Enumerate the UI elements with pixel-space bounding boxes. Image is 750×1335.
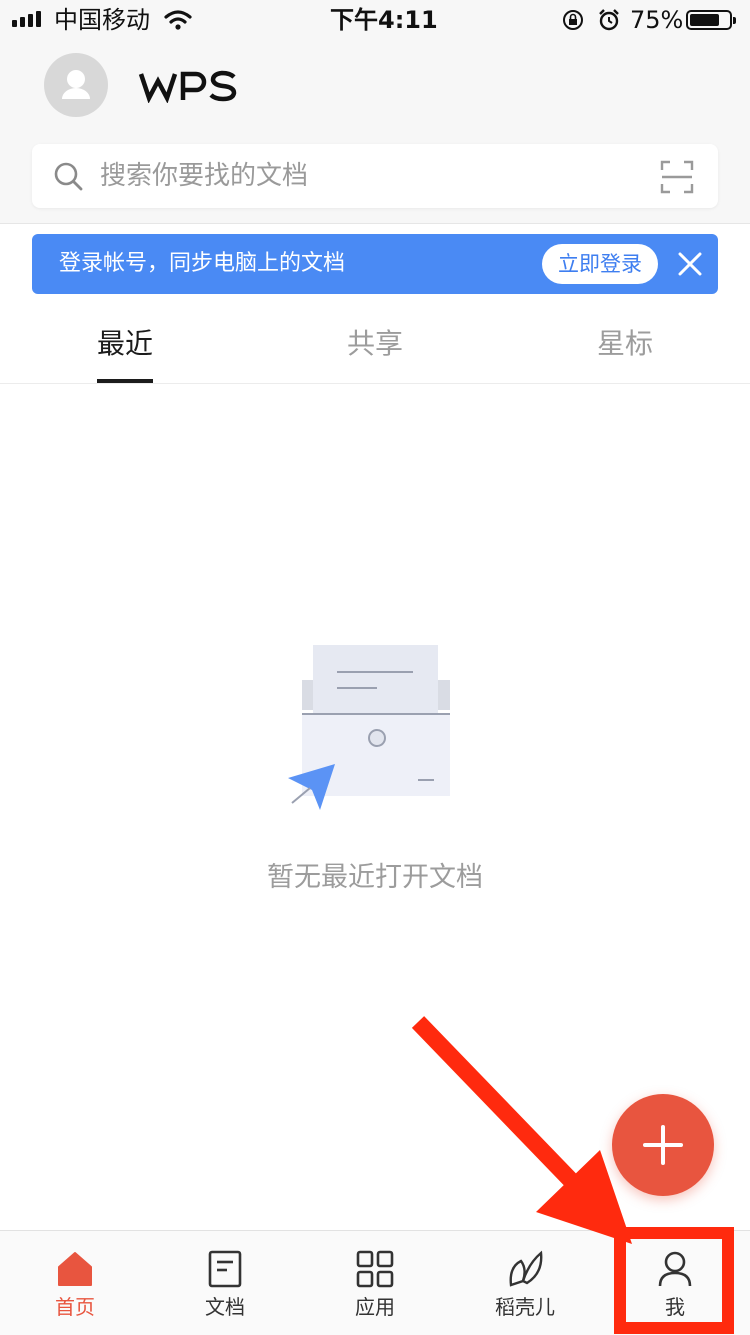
bottom-navigation: 首页 文档 应用 稻壳儿 我 bbox=[0, 1230, 750, 1335]
login-banner-text: 登录帐号，同步电脑上的文档 bbox=[59, 251, 346, 276]
status-bar: 中国移动 下午4:11 75% bbox=[0, 0, 750, 40]
avatar[interactable] bbox=[44, 53, 108, 117]
nav-label-documents: 文档 bbox=[205, 1295, 245, 1319]
battery-icon bbox=[686, 10, 736, 30]
rotation-lock-icon bbox=[563, 10, 583, 30]
annotation-arrow bbox=[411, 1016, 592, 1201]
app-header: 搜索你要找的文档 bbox=[0, 40, 750, 224]
nav-item-apps[interactable]: 应用 bbox=[300, 1231, 450, 1335]
signal-strength-icon bbox=[12, 0, 48, 40]
apps-grid-icon bbox=[356, 1250, 394, 1288]
tab-shared[interactable]: 共享 bbox=[315, 322, 435, 366]
search-bar[interactable]: 搜索你要找的文档 bbox=[32, 144, 718, 208]
home-icon bbox=[58, 1252, 92, 1286]
login-banner: 登录帐号，同步电脑上的文档 立即登录 bbox=[32, 234, 718, 294]
nav-label-apps: 应用 bbox=[355, 1295, 395, 1319]
carrier-name: 中国移动 bbox=[54, 6, 150, 34]
tab-starred[interactable]: 星标 bbox=[565, 322, 685, 366]
empty-folder-illustration bbox=[288, 645, 450, 810]
battery-percent: 75% bbox=[630, 6, 684, 34]
tab-recent[interactable]: 最近 bbox=[65, 322, 185, 366]
add-document-button[interactable] bbox=[612, 1094, 714, 1196]
scan-icon[interactable] bbox=[660, 160, 694, 194]
nav-item-me[interactable]: 我 bbox=[600, 1231, 750, 1335]
plus-icon bbox=[643, 1125, 683, 1165]
login-button[interactable]: 立即登录 bbox=[542, 244, 658, 284]
empty-state-message: 暂无最近打开文档 bbox=[267, 862, 483, 893]
alarm-icon bbox=[599, 9, 619, 31]
nav-item-docer[interactable]: 稻壳儿 bbox=[450, 1231, 600, 1335]
search-input[interactable]: 搜索你要找的文档 bbox=[100, 144, 308, 208]
nav-item-documents[interactable]: 文档 bbox=[150, 1231, 300, 1335]
nav-label-docer: 稻壳儿 bbox=[495, 1295, 555, 1319]
search-icon bbox=[54, 162, 83, 191]
wifi-icon bbox=[164, 10, 192, 30]
nav-label-home: 首页 bbox=[55, 1295, 95, 1319]
avatar-placeholder-icon bbox=[62, 70, 90, 99]
wps-logo bbox=[138, 69, 238, 104]
user-icon bbox=[658, 1251, 692, 1287]
leaf-icon bbox=[509, 1250, 543, 1287]
nav-label-me: 我 bbox=[665, 1295, 685, 1319]
clock-time: 下午4:11 bbox=[330, 6, 438, 34]
nav-item-home[interactable]: 首页 bbox=[0, 1231, 150, 1335]
close-icon[interactable] bbox=[674, 248, 706, 280]
document-icon bbox=[208, 1250, 242, 1288]
tabs-divider bbox=[0, 383, 750, 384]
